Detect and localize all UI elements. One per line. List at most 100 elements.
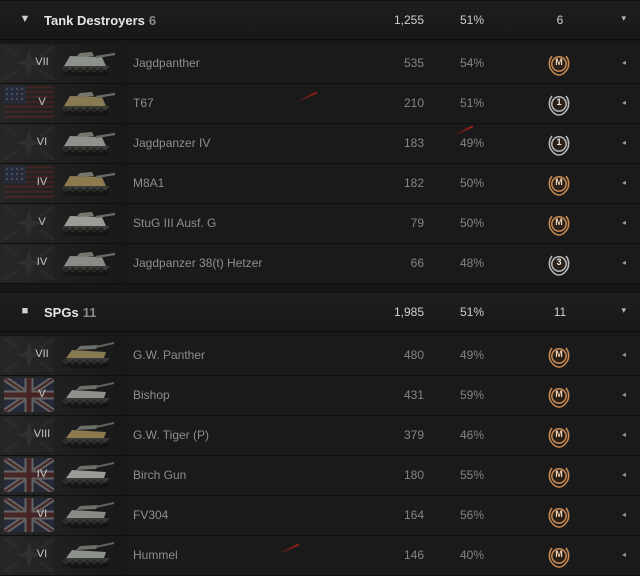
- mastery-badge-icon: M: [546, 211, 572, 237]
- badge-label: 3: [556, 257, 562, 267]
- vehicle-name: M8A1: [133, 176, 165, 190]
- group-mastery-count: 6: [556, 13, 564, 27]
- vehicle-battles: 180: [403, 468, 424, 482]
- vehicle-tier: VII: [35, 56, 49, 68]
- badge-label: M: [555, 469, 563, 479]
- vehicle-tier: IV: [36, 176, 48, 188]
- vehicle-tier: V: [38, 388, 46, 400]
- table-row[interactable]: V T67 210 51% 1 ◂: [0, 84, 640, 124]
- vehicle-tier: V: [38, 216, 46, 228]
- group-battles: 1,255: [393, 13, 424, 27]
- row-expand-icon[interactable]: ◂: [622, 390, 626, 399]
- vehicle-win-rate: 50%: [460, 216, 485, 230]
- table-row[interactable]: VI Hummel 146 40% M ◂: [0, 536, 640, 576]
- row-expand-icon[interactable]: ◂: [622, 470, 626, 479]
- vehicle-tier: VIII: [33, 428, 51, 440]
- table-row[interactable]: VII G.W. Panther 480 49% M ◂: [0, 336, 640, 376]
- vehicle-battles: 164: [403, 508, 424, 522]
- table-row[interactable]: VIII G.W. Tiger (P) 379 46% M ◂: [0, 416, 640, 456]
- table-row[interactable]: VI Jagdpanzer IV 183 49% 1 ◂: [0, 124, 640, 164]
- vehicle-name: StuG III Ausf. G: [133, 216, 217, 230]
- group-title-text: SPGs: [44, 305, 79, 320]
- vehicle-battles: 182: [403, 176, 424, 190]
- row-expand-icon[interactable]: ◂: [622, 58, 626, 67]
- group-expand-icon[interactable]: ▾: [621, 13, 626, 24]
- vehicle-win-rate: 49%: [460, 136, 485, 150]
- vehicle-battles: 183: [403, 136, 424, 150]
- group-header: ▼ Tank Destroyers 6 1,255 51% 6 ▾: [0, 0, 640, 40]
- vehicle-win-rate: 49%: [460, 348, 485, 362]
- badge-label: M: [555, 389, 563, 399]
- vehicle-name: Jagdpanther: [133, 56, 200, 70]
- vehicle-name: G.W. Panther: [133, 348, 206, 362]
- table-row[interactable]: VI FV304 164 56% M ◂: [0, 496, 640, 536]
- group-mastery-count: 11: [553, 305, 567, 319]
- badge-label: 1: [556, 137, 562, 147]
- group-title: SPGs 11: [44, 305, 96, 320]
- mastery-badge-icon: M: [546, 503, 572, 529]
- vehicle-tier: V: [38, 96, 46, 108]
- td-tank-icon: [62, 52, 116, 76]
- badge-label: M: [555, 349, 563, 359]
- row-expand-icon[interactable]: ◂: [622, 178, 626, 187]
- vehicle-win-rate: 59%: [460, 388, 485, 402]
- class-badge-icon: 3: [546, 251, 572, 277]
- badge-label: M: [555, 549, 563, 559]
- vehicle-win-rate: 46%: [460, 428, 485, 442]
- vehicle-name: Birch Gun: [133, 468, 187, 482]
- td-tank-icon: [62, 92, 116, 116]
- spg-icon: [62, 422, 115, 448]
- mastery-badge-icon: M: [546, 343, 572, 369]
- row-expand-icon[interactable]: ◂: [622, 550, 626, 559]
- vehicle-tier: VI: [36, 136, 48, 148]
- class-badge-icon: 1: [546, 131, 572, 157]
- group-win-rate: 51%: [460, 305, 485, 319]
- table-row[interactable]: V Bishop 431 59% M ◂: [0, 376, 640, 416]
- group-count: 6: [148, 13, 157, 28]
- spg-icon: [62, 502, 115, 528]
- row-expand-icon[interactable]: ◂: [622, 258, 626, 267]
- vehicle-tier: VII: [35, 348, 49, 360]
- table-row[interactable]: IV Jagdpanzer 38(t) Hetzer 66 48% 3 ◂: [0, 244, 640, 284]
- spg-icon: [62, 382, 115, 408]
- vehicle-tier: IV: [36, 468, 48, 480]
- row-expand-icon[interactable]: ◂: [622, 430, 626, 439]
- vehicle-battles: 379: [403, 428, 424, 442]
- vehicle-win-rate: 54%: [460, 56, 485, 70]
- vehicle-battles: 79: [410, 216, 424, 230]
- badge-label: M: [555, 509, 563, 519]
- group-collapse-toggle[interactable]: ▼: [18, 12, 32, 26]
- vehicle-battles: 535: [403, 56, 424, 70]
- spg-icon: [62, 342, 115, 368]
- table-row[interactable]: VII Jagdpanther 535 54% M ◂: [0, 44, 640, 84]
- row-expand-icon[interactable]: ◂: [622, 138, 626, 147]
- vehicle-battles: 66: [410, 256, 424, 270]
- td-tank-icon: [62, 212, 116, 236]
- row-expand-icon[interactable]: ◂: [622, 510, 626, 519]
- vehicle-name: T67: [133, 96, 154, 110]
- vehicle-tier: IV: [36, 256, 48, 268]
- group-expand-icon[interactable]: ▾: [621, 305, 626, 316]
- group-collapse-toggle[interactable]: ■: [18, 304, 32, 318]
- vehicle-tier: VI: [36, 508, 48, 520]
- mastery-badge-icon: M: [546, 171, 572, 197]
- group-title: Tank Destroyers 6: [44, 13, 156, 28]
- vehicle-win-rate: 55%: [460, 468, 485, 482]
- vehicle-win-rate: 56%: [460, 508, 485, 522]
- table-row[interactable]: IV Birch Gun 180 55% M ◂: [0, 456, 640, 496]
- vehicle-win-rate: 40%: [460, 548, 485, 562]
- row-expand-icon[interactable]: ◂: [622, 350, 626, 359]
- td-tank-icon: [62, 252, 116, 276]
- class-badge-icon: 1: [546, 91, 572, 117]
- group-battles: 1,985: [393, 305, 424, 319]
- badge-label: 1: [556, 97, 562, 107]
- badge-label: M: [555, 177, 563, 187]
- table-row[interactable]: V StuG III Ausf. G 79 50% M ◂: [0, 204, 640, 244]
- table-row[interactable]: IV M8A1 182 50% M ◂: [0, 164, 640, 204]
- vehicle-stats-table: ▼ Tank Destroyers 6 1,255 51% 6 ▾ VII Jagdpant…: [0, 0, 640, 576]
- group-count: 11: [82, 305, 97, 320]
- spg-icon: [62, 462, 115, 488]
- row-expand-icon[interactable]: ◂: [622, 98, 626, 107]
- row-expand-icon[interactable]: ◂: [622, 218, 626, 227]
- vehicle-name: FV304: [133, 508, 169, 522]
